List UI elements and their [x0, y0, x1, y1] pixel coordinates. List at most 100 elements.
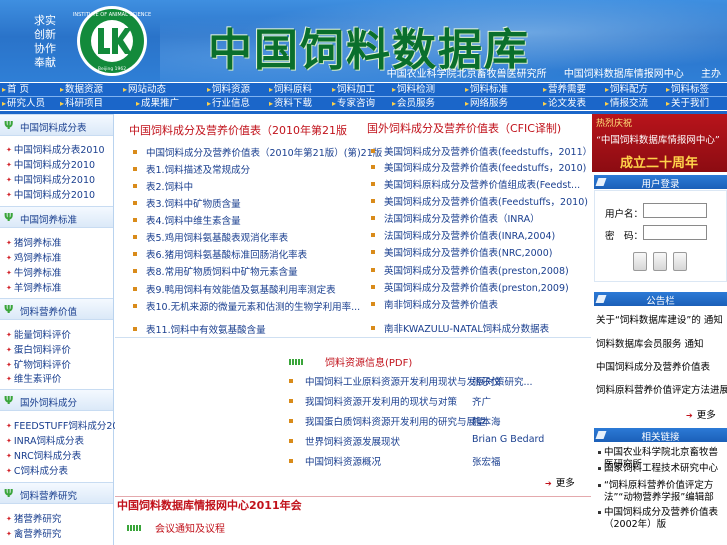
pdf-row: 我国蛋白质饲料资源开发利用的研究与展望 熊本海	[289, 414, 589, 428]
announcement-sub-title[interactable]: 会议通知及议程	[155, 524, 225, 535]
nav-item[interactable]: 网络服务	[465, 97, 508, 110]
foreign-table-link[interactable]: 法国饲料成分及营养价值表（INRA）	[371, 211, 540, 225]
announcement-subheading: 会议通知及议程	[127, 520, 225, 535]
institute-logo[interactable]: INSTITUTE OF ANIMAL SCIENCE Beijing 1962	[68, 4, 156, 78]
nav-item[interactable]: 专家咨询	[332, 97, 375, 110]
related-link[interactable]: 国家饲料工程技术研究中心	[598, 463, 724, 475]
nav-item[interactable]: 饲料标准	[465, 83, 508, 96]
sidebar-link[interactable]: 禽营养研究	[6, 526, 62, 540]
pdf-title-link[interactable]: 中国饲料资源概况	[289, 457, 381, 468]
related-link[interactable]: “饲料原料营养价值评定方法”“动物营养学报”编辑部	[598, 480, 724, 504]
sidebar-link[interactable]: 中国饲料成分2010	[6, 187, 95, 201]
dots-icon	[127, 525, 141, 531]
main-nav-row-1: 首 页 数据资源 网站动态 饲料资源 饲料原料 饲料加工 饲料检测 饲料标准 营…	[0, 83, 727, 96]
nav-item[interactable]: 首 页	[2, 83, 29, 96]
sidebar-link[interactable]: 猪饲养标准	[6, 235, 62, 249]
notice-link[interactable]: 饲料原料营养价值评定方法进展	[596, 382, 727, 396]
nav-item[interactable]: 饲料加工	[332, 83, 375, 96]
nav-item[interactable]: 关于我们	[666, 97, 709, 110]
sidebar-link[interactable]: 猪营养研究	[6, 511, 62, 525]
sidebar-link[interactable]: 中国饲料成分表2010	[6, 142, 105, 156]
foreign-table-link[interactable]: 美国饲料成分及营养价值表(NRC,2000)	[371, 245, 552, 259]
cn-table-link[interactable]: 表10.无机来源的微量元素和估测的生物学利用率...	[133, 299, 360, 313]
nav-item[interactable]: 行业信息	[207, 97, 250, 110]
nav-item[interactable]: 科研项目	[60, 97, 103, 110]
cn-table-link[interactable]: 表3.饲料中矿物质含量	[133, 196, 241, 210]
sidebar-link[interactable]: C饲料成分表	[6, 463, 68, 477]
cn-table-link[interactable]: 表4.饲料中维生素含量	[133, 213, 241, 227]
notice-link[interactable]: 关于“饲料数据库建设”的 通知	[596, 312, 723, 326]
cn-table-link[interactable]: 中国饲料成分及营养价值表（2010年第21版）(第)21版	[133, 145, 382, 159]
sidebar-link[interactable]: 中国饲料成分2010	[6, 157, 95, 171]
sidebar-link[interactable]: 维生素评价	[6, 371, 62, 385]
reset-button[interactable]	[673, 252, 687, 271]
nav-item[interactable]: 情报交流	[605, 97, 648, 110]
foreign-table-link[interactable]: 美国饲料成分及营养价值表(feedstuffs，2010)	[371, 160, 586, 174]
sidebar-link[interactable]: 中国饲料成分2010	[6, 172, 95, 186]
pdf-title-link[interactable]: 世界饲料资源发展现状	[289, 437, 400, 448]
username-input[interactable]	[643, 203, 707, 218]
foreign-table-heading[interactable]: 国外饲料成分及营养价值表（CFIC译制)	[367, 120, 561, 136]
cn-table-link[interactable]: 表8.常用矿物质饲料中矿物元素含量	[133, 264, 298, 278]
sidebar-link[interactable]: INRA饲料成分表	[6, 433, 84, 447]
nav-item[interactable]: 会员服务	[392, 97, 435, 110]
sidebar-link[interactable]: 能量饲料评价	[6, 327, 71, 341]
sidebar-link[interactable]: 牛饲养标准	[6, 265, 62, 279]
sidebar-section-header: Ψ 中国饲料成分表	[0, 114, 113, 136]
sidebar-link[interactable]: 矿物饲料评价	[6, 357, 71, 371]
motto-line: 求实	[34, 14, 56, 27]
foreign-table-link[interactable]: 美国饲料成分及营养价值表(Feedstuffs，2010)	[371, 194, 588, 208]
foreign-table-link[interactable]: 南非饲料成分及营养价值表	[371, 297, 498, 311]
cn-table-link[interactable]: 表9.鸭用饲料有效能值及氨基酸利用率测定表	[133, 282, 336, 296]
cn-table-link[interactable]: 表11.饲料中有效氨基酸含量	[133, 322, 266, 336]
foreign-table-link[interactable]: 美国饲料原料成分及营养价值组成表(Feedst...	[371, 177, 580, 191]
pdf-more-link[interactable]: 更多	[545, 475, 575, 489]
password-input[interactable]	[643, 225, 707, 240]
nav-item[interactable]: 饲料资源	[207, 83, 250, 96]
cn-table-link[interactable]: 表6.猪用饲料氨基酸标准回肠消化率表	[133, 247, 307, 261]
sidebar-link[interactable]: NRC饲料成分表	[6, 448, 81, 462]
notice-link[interactable]: 饲料数据库会员服务 通知	[596, 336, 704, 350]
register-button[interactable]	[653, 252, 667, 271]
nav-item[interactable]: 资料下载	[269, 97, 312, 110]
nav-item[interactable]: 营养需要	[543, 83, 586, 96]
notice-link[interactable]: 中国饲料成分及营养价值表	[596, 359, 710, 373]
sidebar-link[interactable]: 羊饲养标准	[6, 280, 62, 294]
cn-table-link[interactable]: 表2.饲料中	[133, 179, 193, 193]
login-button[interactable]	[633, 252, 647, 271]
promo-line: 成立二十周年	[620, 156, 699, 171]
nav-item[interactable]: 成果推广	[136, 97, 179, 110]
sidebar-link[interactable]: 鸡饲养标准	[6, 250, 62, 264]
sidebar-link[interactable]: FEEDSTUFF饲料成分2007	[6, 418, 131, 432]
nav-item[interactable]: 研究人员	[2, 97, 45, 110]
pdf-author: 熊本海	[472, 417, 501, 428]
nav-item[interactable]: 数据资源	[60, 83, 103, 96]
notice-more-link[interactable]: 更多	[686, 407, 716, 421]
left-sidebar: Ψ 中国饲料成分表 中国饲料成分表2010 中国饲料成分2010 中国饲料成分2…	[0, 114, 131, 545]
sidebar-link[interactable]: 蛋白饲料评价	[6, 342, 71, 356]
nav-item[interactable]: 饲料标签	[666, 83, 709, 96]
foreign-table-link[interactable]: 英国饲料成分及营养价值表(preston,2008)	[371, 263, 569, 277]
cn-table-link[interactable]: 表5.鸡用饲料氨基酸表观消化率表	[133, 230, 288, 244]
cn-table-heading[interactable]: 中国饲料成分及营养价值表（2010年第21版	[129, 122, 347, 138]
nav-item[interactable]: 网站动态	[123, 83, 166, 96]
related-link[interactable]: 中国饲料成分及营养价值表（2002年）版	[598, 507, 724, 531]
nav-item[interactable]: 论文发表	[543, 97, 586, 110]
banner-motto: 求实 创新 协作 奉献	[30, 14, 60, 70]
logo-ring-text: INSTITUTE OF ANIMAL SCIENCE	[73, 12, 151, 18]
section-divider	[115, 337, 591, 338]
foreign-table-link[interactable]: 英国饲料成分及营养价值表(preston,2009)	[371, 280, 569, 294]
nav-item[interactable]: 饲料原料	[269, 83, 312, 96]
pdf-title-link[interactable]: 我国蛋白质饲料资源开发利用的研究与展望	[289, 417, 486, 428]
foreign-table-link[interactable]: 南非KWAZULU-NATAL饲料成分数据表	[371, 321, 549, 335]
pdf-title-link[interactable]: 我国饲料资源开发利用的现状与对策	[289, 397, 457, 408]
nav-item[interactable]: 饲料配方	[605, 83, 648, 96]
foreign-table-link[interactable]: 美国饲料成分及营养价值表(feedstuffs，2011）	[371, 144, 592, 158]
anniversary-banner[interactable]: 热烈庆祝 “中国饲料数据库情报网中心” 成立二十周年	[592, 114, 727, 172]
announcement-title[interactable]: 中国饲料数据库情报网中心2011年会	[117, 497, 302, 513]
cn-table-link[interactable]: 表1.饲料描述及常规成分	[133, 162, 250, 176]
site-banner: 求实 创新 协作 奉献 INSTITUTE OF ANIMAL SCIENCE …	[0, 0, 727, 82]
nav-item[interactable]: 饲料检测	[392, 83, 435, 96]
foreign-table-link[interactable]: 法国饲料成分及营养价值表(INRA,2004)	[371, 228, 555, 242]
notice-header: 公告栏	[594, 292, 727, 307]
